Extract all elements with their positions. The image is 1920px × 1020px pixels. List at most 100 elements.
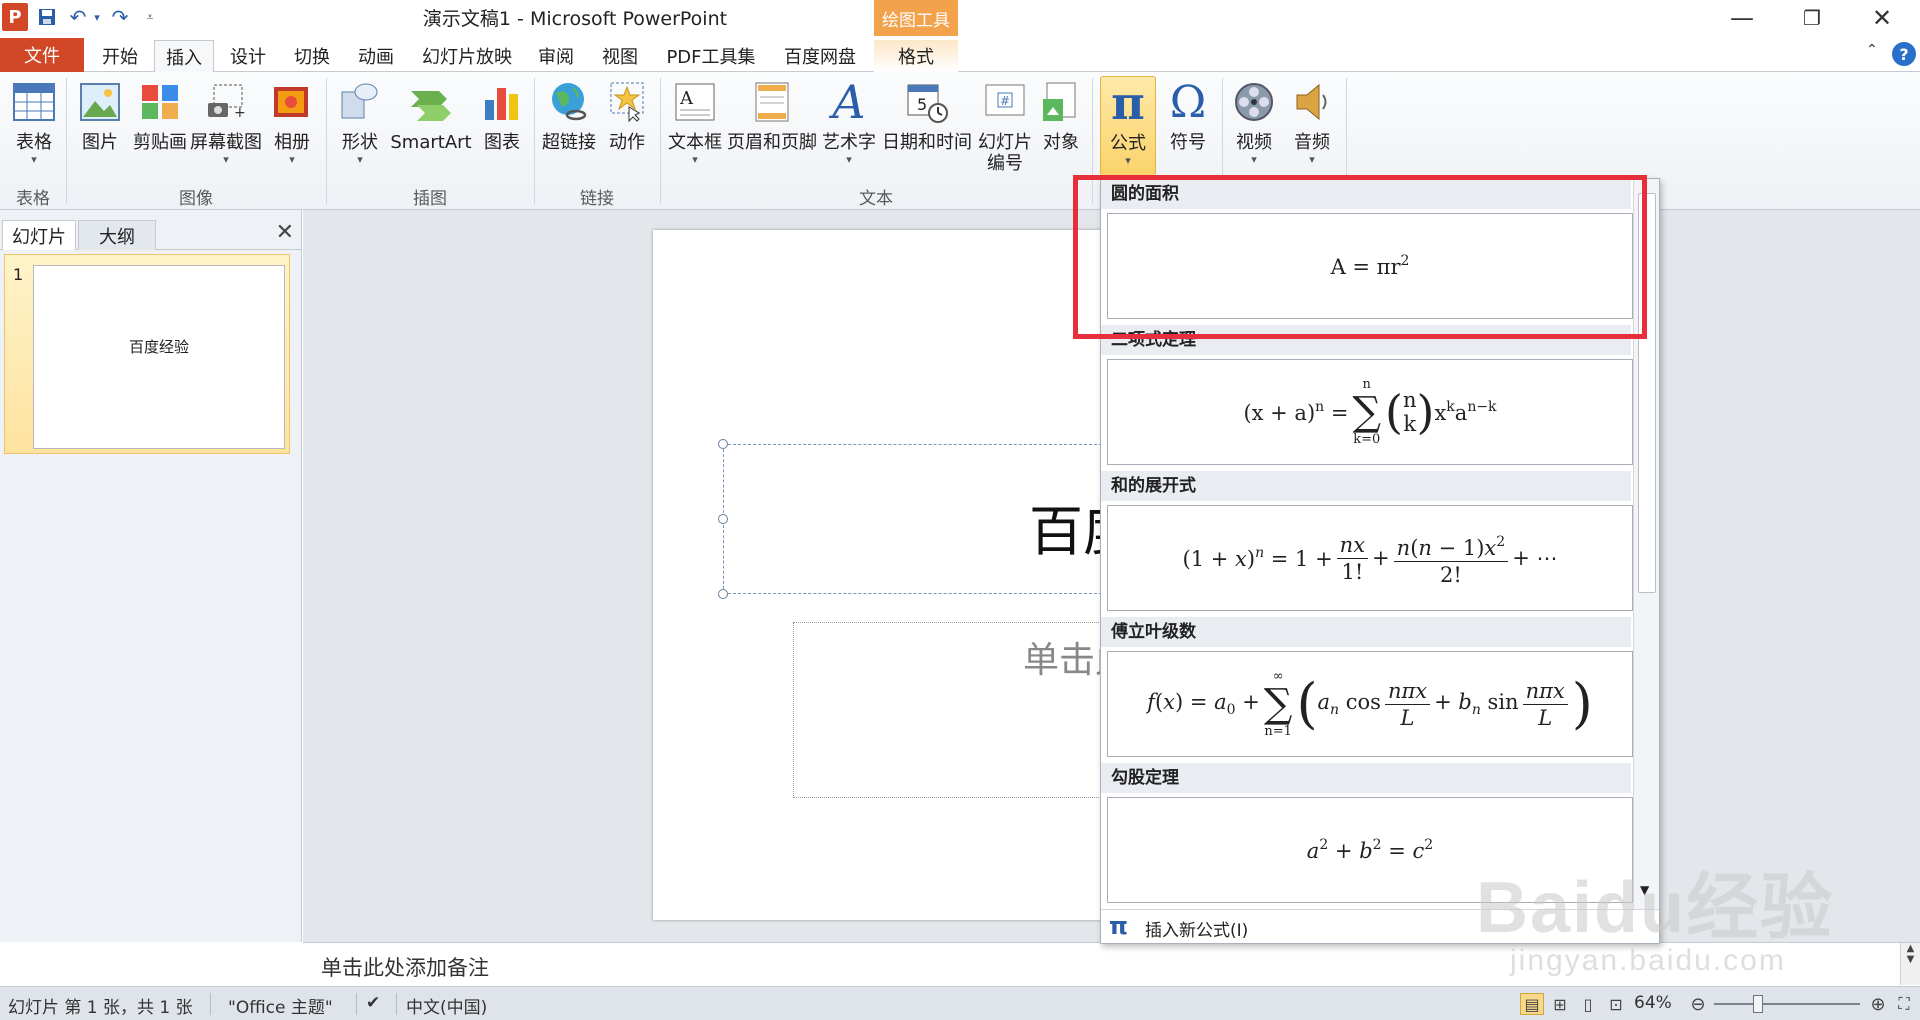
equation-item-pythagorean[interactable]: a2 + b2 = c2 [1107,797,1633,903]
tab-file[interactable]: 文件 [0,38,84,72]
shapes-button[interactable]: 形状 ▾ [332,76,388,184]
smartart-icon [409,80,453,124]
action-button[interactable]: 动作 [600,76,654,184]
svg-text:5: 5 [917,95,927,114]
resize-handle[interactable] [718,589,728,599]
screenshot-button[interactable]: + 屏幕截图 ▾ [190,76,262,184]
date-time-button[interactable]: 5 日期和时间 [880,76,974,184]
notes-pane[interactable]: 单击此处添加备注 ▲ ▼ [303,942,1920,985]
tab-review[interactable]: 审阅 [530,40,582,72]
fit-slide-icon[interactable]: ⛶ [1892,993,1916,1015]
normal-view-icon[interactable]: ▤ [1520,993,1544,1015]
textbox-icon: A [673,80,717,124]
status-bar: 幻灯片 第 1 张，共 1 张 "Office 主题" ✔ 中文(中国) ▤ ⊞… [0,986,1920,1020]
tab-pdf-tools[interactable]: PDF工具集 [660,40,762,72]
omega-symbol-icon: Ω [1169,76,1207,128]
globe-link-icon [547,80,591,124]
chart-button[interactable]: 图表 [474,76,530,184]
shapes-icon [338,80,382,124]
chevron-down-icon: ▾ [31,153,37,166]
theme-status[interactable]: "Office 主题" [228,993,333,1018]
pi-icon: π [1109,912,1128,940]
textbox-button[interactable]: A 文本框 ▾ [664,76,726,184]
object-button[interactable]: 对象 [1036,76,1086,184]
video-button[interactable]: 视频 ▾ [1226,76,1282,184]
tab-animations[interactable]: 动画 [350,40,402,72]
group-label-images: 图像 [179,189,213,209]
chevron-down-icon: ▾ [1309,153,1315,166]
status-divider [356,993,357,1015]
tab-format[interactable]: 格式 [874,40,958,72]
zoom-slider-track[interactable] [1714,1003,1860,1005]
scroll-down-icon[interactable]: ▼ [1640,883,1649,897]
photo-album-button[interactable]: 相册 ▾ [264,76,320,184]
clipart-button[interactable]: 剪贴画 [130,76,190,184]
equation-button[interactable]: π 公式 ▾ [1100,76,1156,176]
table-button[interactable]: 表格 ▾ [6,76,62,184]
chart-icon [480,80,524,124]
picture-button[interactable]: 图片 [72,76,128,184]
group-label-links: 链接 [580,189,614,209]
slide-thumbnail-title: 百度经验 [128,338,189,356]
tab-baidu-netdisk[interactable]: 百度网盘 [776,40,864,72]
tab-slides[interactable]: 幻灯片 [2,220,76,250]
tab-home[interactable]: 开始 [96,40,144,72]
wordart-button[interactable]: A 艺术字 ▾ [818,75,880,184]
tab-design[interactable]: 设计 [222,40,274,72]
group-label-illustrations: 插图 [413,189,447,209]
smartart-button[interactable]: SmartArt [390,76,472,184]
equation-item-sum-expansion[interactable]: (1 + x)n = 1 + nx 1! + n(n − 1)x2 2! + ⋯ [1107,505,1633,611]
tab-slideshow[interactable]: 幻灯片放映 [414,40,520,72]
reading-view-icon[interactable]: ▯ [1576,993,1600,1015]
insert-new-equation-item[interactable]: π 插入新公式(I) [1101,909,1659,943]
tab-outline[interactable]: 大纲 [78,220,156,250]
notes-placeholder[interactable]: 单击此处添加备注 [321,952,489,982]
equation-item-fourier-series[interactable]: f(x) = a0 + ∞ ∑ n=1 ( an cos nπx L + bn sin… [1107,651,1633,757]
insert-new-equation-label: 插入新公式(I) [1145,921,1249,941]
zoom-slider-knob[interactable] [1752,995,1763,1013]
slide-sorter-view-icon[interactable]: ⊞ [1548,993,1572,1015]
header-footer-button[interactable]: 页眉和页脚 [726,76,818,184]
zoom-in-icon[interactable]: ⊕ [1866,993,1890,1015]
tab-insert[interactable]: 插入 [154,40,214,73]
slide-thumbnail[interactable]: 百度经验 [33,265,285,449]
title-bar: P ↶ ▾ ↷ ⩡ 演示文稿1 - Microsoft PowerPoint 绘… [0,0,1920,36]
close-button[interactable]: ✕ [1852,2,1912,34]
restore-button[interactable]: ❐ [1782,2,1842,34]
slides-panel: 幻灯片 大纲 ✕ 1 百度经验 [0,210,302,942]
resize-handle[interactable] [718,439,728,449]
equation-category-sum-expansion: 和的展开式 [1101,471,1631,501]
svg-text:A: A [679,88,694,109]
pi-equation-icon: π [1111,76,1145,130]
tab-transitions[interactable]: 切换 [286,40,338,72]
audio-button[interactable]: 音频 ▾ [1284,76,1340,184]
slide-number-icon: # [983,80,1027,124]
zoom-out-icon[interactable]: ⊖ [1686,993,1710,1015]
slide-number-button[interactable]: # 幻灯片 编号 [974,76,1036,184]
photo-album-icon [270,80,314,124]
equation-category-pythagorean: 勾股定理 [1101,763,1631,793]
slideshow-view-icon[interactable]: ⊡ [1604,993,1628,1015]
language-status[interactable]: 中文(中国) [406,993,487,1018]
chevron-down-icon: ▾ [1125,154,1131,167]
help-icon[interactable]: ? [1892,42,1916,66]
minimize-button[interactable]: — [1712,2,1772,34]
slide-count-status: 幻灯片 第 1 张，共 1 张 [8,998,193,1018]
equation-item-binomial[interactable]: (x + a)n = n ∑ k=0 (n k) xkan−k [1107,359,1633,465]
spellcheck-icon[interactable]: ✔ [366,993,380,1013]
chevron-down-icon: ▾ [692,153,698,166]
notes-scrollbar[interactable]: ▲ ▼ [1900,943,1920,985]
hyperlink-button[interactable]: 超链接 [538,76,600,184]
symbol-button[interactable]: Ω 符号 [1160,76,1216,184]
chevron-down-icon: ▾ [846,153,852,166]
zoom-level[interactable]: 64% [1634,993,1672,1013]
collapse-ribbon-icon[interactable]: ⌃ [1866,42,1878,58]
slide-thumbnail-selected[interactable]: 1 百度经验 [4,254,290,454]
wordart-icon: A [832,75,866,129]
ribbon-tab-bar: 文件 开始 插入 设计 切换 动画 幻灯片放映 审阅 视图 PDF工具集 百度网… [0,36,1920,73]
close-panel-icon[interactable]: ✕ [276,220,294,245]
chevron-down-icon: ▾ [357,153,363,166]
status-divider [396,993,397,1015]
tab-view[interactable]: 视图 [594,40,646,72]
calendar-clock-icon: 5 [905,80,949,124]
